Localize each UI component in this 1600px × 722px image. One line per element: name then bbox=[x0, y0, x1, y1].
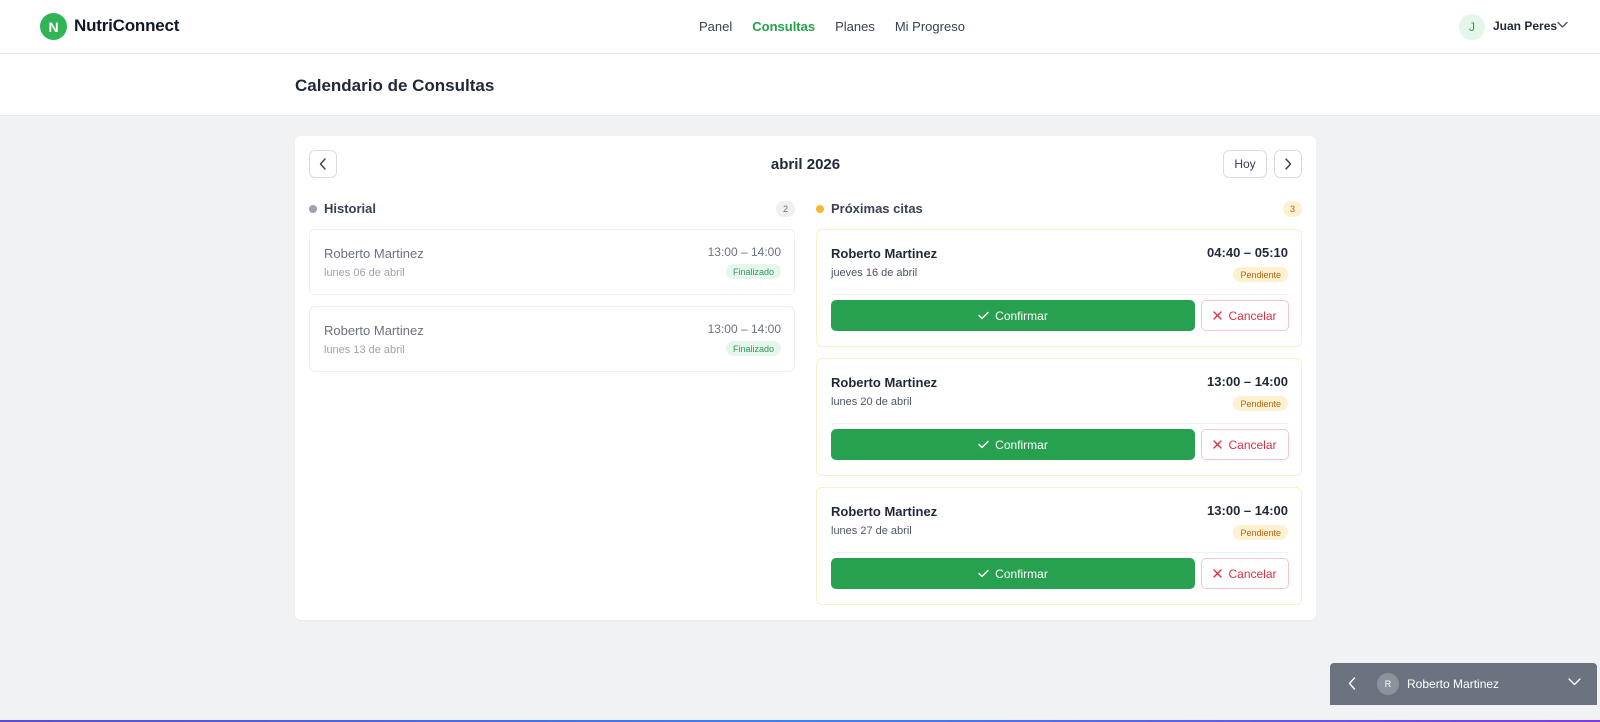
history-item-name: Roberto Martinez bbox=[324, 323, 424, 338]
upcoming-item-date: lunes 27 de abril bbox=[831, 525, 912, 537]
status-badge: Finalizado bbox=[725, 264, 781, 279]
cancel-label: Cancelar bbox=[1228, 308, 1277, 323]
history-title: Historial bbox=[324, 201, 377, 216]
upcoming-dot-icon bbox=[816, 204, 824, 213]
history-item-time: 13:00 – 14:00 bbox=[707, 322, 781, 336]
main-nav: Panel Consultas Planes Mi Progreso bbox=[699, 19, 965, 34]
upcoming-item: Roberto Martinez lunes 20 de abril 13:00… bbox=[816, 358, 1302, 476]
cancel-button[interactable]: Cancelar bbox=[1201, 429, 1289, 460]
close-icon bbox=[1213, 569, 1223, 578]
upcoming-item-name: Roberto Martinez bbox=[831, 246, 938, 261]
user-name[interactable]: Juan Peres bbox=[1493, 19, 1557, 33]
history-item[interactable]: Roberto Martinez lunes 06 de abril 13:00… bbox=[309, 229, 795, 295]
status-badge: Pendiente bbox=[1233, 525, 1288, 540]
check-icon bbox=[978, 311, 989, 320]
history-dot-icon bbox=[309, 204, 317, 213]
next-month-button[interactable] bbox=[1274, 150, 1302, 178]
divider bbox=[831, 552, 1288, 553]
chat-contact-name: Roberto Martinez bbox=[1407, 677, 1500, 691]
history-item-time: 13:00 – 14:00 bbox=[707, 245, 781, 259]
confirm-button[interactable]: Confirmar bbox=[831, 429, 1195, 460]
app-name[interactable]: NutriConnect bbox=[74, 16, 179, 36]
history-item-name: Roberto Martinez bbox=[324, 246, 424, 261]
upcoming-item-date: lunes 20 de abril bbox=[831, 396, 912, 408]
confirm-label: Confirmar bbox=[995, 308, 1048, 323]
page-title: Calendario de Consultas bbox=[295, 76, 495, 95]
upcoming-item-time: 13:00 – 14:00 bbox=[1207, 503, 1288, 518]
chat-widget[interactable]: R Roberto Martinez bbox=[1330, 663, 1597, 705]
upcoming-title: Próximas citas bbox=[831, 201, 923, 216]
nav-item-consultas[interactable]: Consultas bbox=[752, 19, 815, 34]
status-badge: Pendiente bbox=[1233, 267, 1288, 282]
check-icon bbox=[978, 440, 989, 449]
page-header: Calendario de Consultas bbox=[0, 54, 1600, 116]
today-button[interactable]: Hoy bbox=[1223, 150, 1267, 178]
confirm-label: Confirmar bbox=[995, 437, 1048, 452]
nav-item-mi-progreso[interactable]: Mi Progreso bbox=[895, 19, 965, 34]
user-avatar[interactable]: J bbox=[1459, 14, 1485, 40]
divider bbox=[831, 294, 1288, 295]
nav-item-planes[interactable]: Planes bbox=[835, 19, 875, 34]
cancel-label: Cancelar bbox=[1228, 437, 1277, 452]
chevron-left-icon[interactable] bbox=[1348, 677, 1356, 690]
chat-avatar: R bbox=[1377, 673, 1399, 695]
chevron-down-icon[interactable] bbox=[1557, 21, 1568, 29]
history-item-date: lunes 06 de abril bbox=[324, 267, 405, 279]
month-label: abril 2026 bbox=[770, 156, 841, 173]
upcoming-item: Roberto Martinez jueves 16 de abril 04:4… bbox=[816, 229, 1302, 347]
close-icon bbox=[1213, 311, 1223, 320]
nav-item-panel[interactable]: Panel bbox=[699, 19, 732, 34]
status-badge: Finalizado bbox=[725, 341, 781, 356]
upcoming-count-badge: 3 bbox=[1283, 201, 1302, 217]
upcoming-item: Roberto Martinez lunes 27 de abril 13:00… bbox=[816, 487, 1302, 605]
calendar-card: abril 2026 Hoy Historial 2 Roberto Marti… bbox=[295, 136, 1316, 620]
chevron-down-icon[interactable] bbox=[1568, 678, 1581, 686]
upcoming-item-date: jueves 16 de abril bbox=[831, 267, 918, 279]
logo-icon[interactable]: N bbox=[40, 13, 67, 40]
divider bbox=[831, 423, 1288, 424]
cancel-button[interactable]: Cancelar bbox=[1201, 558, 1289, 589]
cancel-button[interactable]: Cancelar bbox=[1201, 300, 1289, 331]
upcoming-item-name: Roberto Martinez bbox=[831, 375, 938, 390]
history-item[interactable]: Roberto Martinez lunes 13 de abril 13:00… bbox=[309, 306, 795, 372]
upcoming-item-time: 04:40 – 05:10 bbox=[1207, 245, 1288, 260]
upcoming-section-header: Próximas citas bbox=[816, 201, 923, 216]
confirm-button[interactable]: Confirmar bbox=[831, 558, 1195, 589]
upcoming-item-name: Roberto Martinez bbox=[831, 504, 938, 519]
upcoming-item-time: 13:00 – 14:00 bbox=[1207, 374, 1288, 389]
cancel-label: Cancelar bbox=[1228, 566, 1277, 581]
top-navbar: N NutriConnect Panel Consultas Planes Mi… bbox=[0, 0, 1600, 54]
history-section-header: Historial bbox=[309, 201, 376, 216]
history-count-badge: 2 bbox=[776, 201, 795, 217]
chevron-right-icon bbox=[1285, 158, 1292, 170]
check-icon bbox=[978, 569, 989, 578]
close-icon bbox=[1213, 440, 1223, 449]
status-badge: Pendiente bbox=[1233, 396, 1288, 411]
confirm-label: Confirmar bbox=[995, 566, 1048, 581]
history-item-date: lunes 13 de abril bbox=[324, 344, 405, 356]
confirm-button[interactable]: Confirmar bbox=[831, 300, 1195, 331]
